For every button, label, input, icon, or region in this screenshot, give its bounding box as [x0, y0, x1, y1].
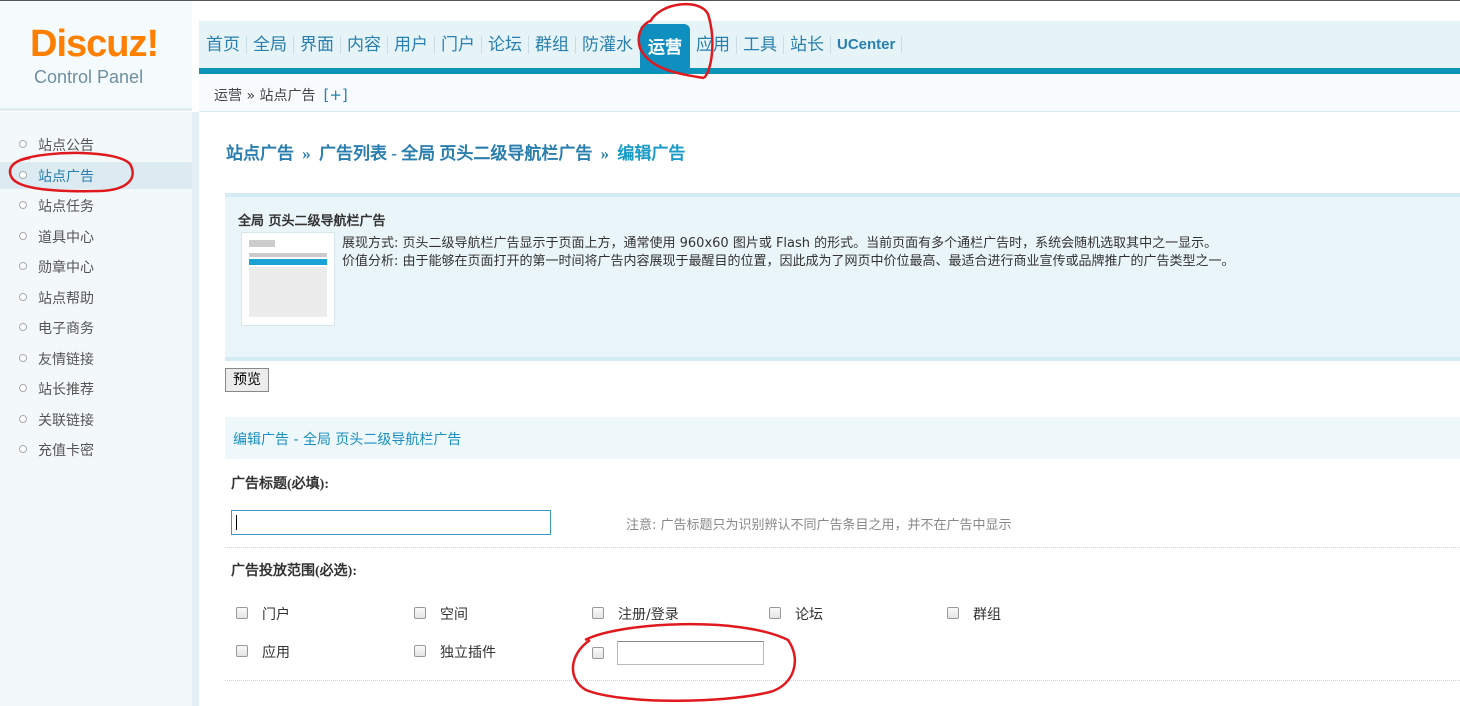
sidebar-divider [192, 112, 199, 706]
sidebar-item-medals[interactable]: 勋章中心 [0, 253, 192, 280]
text-caret [236, 515, 237, 530]
sidebar-item-label: 充值卡密 [38, 443, 94, 459]
nav-item-operation[interactable]: 运营 [640, 23, 690, 72]
bullet-icon [19, 201, 27, 209]
logo[interactable]: Discuz! Control Panel [0, 1, 192, 111]
nav-item-global[interactable]: 全局 [247, 35, 294, 54]
sidebar-item-card-keys[interactable]: 充值卡密 [0, 436, 192, 463]
scope-checkbox-plugin[interactable] [414, 645, 426, 657]
bullet-icon [19, 262, 27, 270]
row-divider [225, 680, 1460, 681]
sidebar-item-announcements[interactable]: 站点公告 [0, 131, 192, 158]
page-title: 站点广告 » 广告列表 - 全局 页头二级导航栏广告 » 编辑广告 [226, 139, 685, 164]
preview-button[interactable]: 预览 [225, 368, 269, 392]
nav-item-content[interactable]: 内容 [341, 35, 388, 54]
scope-label-space: 空间 [440, 607, 468, 623]
bullet-icon [19, 415, 27, 423]
logo-divider [0, 108, 192, 111]
sidebar-item-related-links[interactable]: 关联链接 [0, 406, 192, 433]
scope-label-forum: 论坛 [795, 607, 823, 623]
nav-item-apps[interactable]: 应用 [690, 35, 737, 54]
scope-checkbox-group[interactable] [947, 607, 959, 619]
nav-item-user[interactable]: 用户 [388, 35, 435, 54]
nav-item-portal[interactable]: 门户 [435, 35, 482, 54]
nav-item-tools[interactable]: 工具 [737, 35, 784, 54]
sidebar-item-help[interactable]: 站点帮助 [0, 284, 192, 311]
sidebar-item-label: 站长推荐 [38, 382, 94, 398]
row-divider [225, 547, 1460, 548]
nav-item-home[interactable]: 首页 [200, 35, 247, 54]
scope-label-group: 群组 [973, 607, 1001, 623]
sidebar-item-label: 站点任务 [38, 199, 94, 215]
sidebar-item-label: 友情链接 [38, 352, 94, 368]
bullet-icon [19, 293, 27, 301]
sidebar-item-props[interactable]: 道具中心 [0, 223, 192, 250]
nav-item-style[interactable]: 界面 [294, 35, 341, 54]
sidebar-item-links[interactable]: 友情链接 [0, 345, 192, 372]
ad-scope-label: 广告投放范围(必选): [231, 564, 357, 579]
nav-item-ucenter[interactable]: UCenter [831, 36, 903, 53]
form-section-header: 编辑广告 - 全局 页头二级导航栏广告 [225, 417, 1460, 459]
ad-info-heading: 全局 页头二级导航栏广告 [238, 214, 386, 229]
bullet-icon [19, 140, 27, 148]
form-section-title: 编辑广告 - 全局 页头二级导航栏广告 [233, 432, 462, 448]
logo-subtitle: Control Panel [34, 67, 144, 87]
bullet-icon [19, 384, 27, 392]
title-link-ad-list[interactable]: 广告列表 - 全局 页头二级导航栏广告 [319, 144, 592, 163]
sidebar-item-label: 关联链接 [38, 413, 94, 429]
ad-preview-thumbnail [241, 232, 335, 326]
sidebar-item-label: 站点广告 [38, 169, 94, 185]
top-nav: 首页 全局 界面 内容 用户 门户 论坛 群组 防灌水 运营 应用 工具 站长 … [200, 21, 903, 72]
ad-info-panel [225, 193, 1460, 361]
scope-label-plugin: 独立插件 [440, 645, 496, 661]
scope-label-portal: 门户 [262, 607, 290, 623]
top-border [0, 0, 1460, 1]
nav-item-webmaster[interactable]: 站长 [784, 35, 831, 54]
scope-checkbox-portal[interactable] [236, 607, 248, 619]
nav-item-forum[interactable]: 论坛 [482, 35, 529, 54]
breadcrumb: 运营 » 站点广告 [+] [214, 85, 348, 105]
bullet-icon [19, 232, 27, 240]
sidebar-item-label: 站点公告 [38, 138, 94, 154]
title-separator: » [302, 144, 311, 163]
scope-label-apps: 应用 [262, 645, 290, 661]
breadcrumb-expand-button[interactable]: [+] [323, 86, 347, 104]
ad-title-input[interactable] [231, 510, 551, 535]
ad-info-display-mode: 展现方式: 页头二级导航栏广告显示于页面上方，通常使用 960x60 图片或 F… [342, 236, 1218, 251]
sidebar-item-label: 站点帮助 [38, 291, 94, 307]
sidebar-item-label: 道具中心 [38, 230, 94, 246]
scope-checkbox-apps[interactable] [236, 645, 248, 657]
header: Discuz! Control Panel 首页 全局 界面 内容 用户 门户 … [0, 0, 1460, 112]
sidebar-item-tasks[interactable]: 站点任务 [0, 192, 192, 219]
scope-checkbox-register-login[interactable] [592, 607, 604, 619]
scope-custom-input[interactable] [617, 641, 764, 665]
scope-checkbox-custom[interactable] [592, 647, 604, 659]
sidebar-item-label: 电子商务 [38, 321, 94, 337]
bullet-icon [19, 171, 27, 179]
title-current: 编辑广告 [617, 144, 686, 163]
bullet-icon [19, 354, 27, 362]
subnav-bar [199, 74, 1460, 112]
title-separator: » [600, 144, 610, 163]
sidebar-item-label: 勋章中心 [38, 260, 94, 276]
scope-checkbox-space[interactable] [414, 607, 426, 619]
ad-title-note: 注意: 广告标题只为识别辨认不同广告条目之用，并不在广告中显示 [626, 518, 1012, 533]
bullet-icon [19, 323, 27, 331]
title-link-ads[interactable]: 站点广告 [226, 144, 294, 163]
scope-checkbox-forum[interactable] [769, 607, 781, 619]
breadcrumb-path: 运营 » 站点广告 [214, 88, 316, 104]
sidebar-item-ads[interactable]: 站点广告 [0, 162, 192, 189]
logo-brand: Discuz! [30, 23, 159, 65]
bullet-icon [19, 445, 27, 453]
scope-label-register-login: 注册/登录 [618, 607, 679, 623]
sidebar-item-ecommerce[interactable]: 电子商务 [0, 314, 192, 341]
nav-item-group[interactable]: 群组 [529, 35, 576, 54]
nav-item-antispam[interactable]: 防灌水 [576, 35, 640, 54]
ad-title-label: 广告标题(必填): [231, 477, 329, 492]
sidebar-item-recommend[interactable]: 站长推荐 [0, 375, 192, 402]
ad-info-value-analysis: 价值分析: 由于能够在页面打开的第一时间将广告内容展现于最醒目的位置，因此成为了… [342, 254, 1235, 269]
